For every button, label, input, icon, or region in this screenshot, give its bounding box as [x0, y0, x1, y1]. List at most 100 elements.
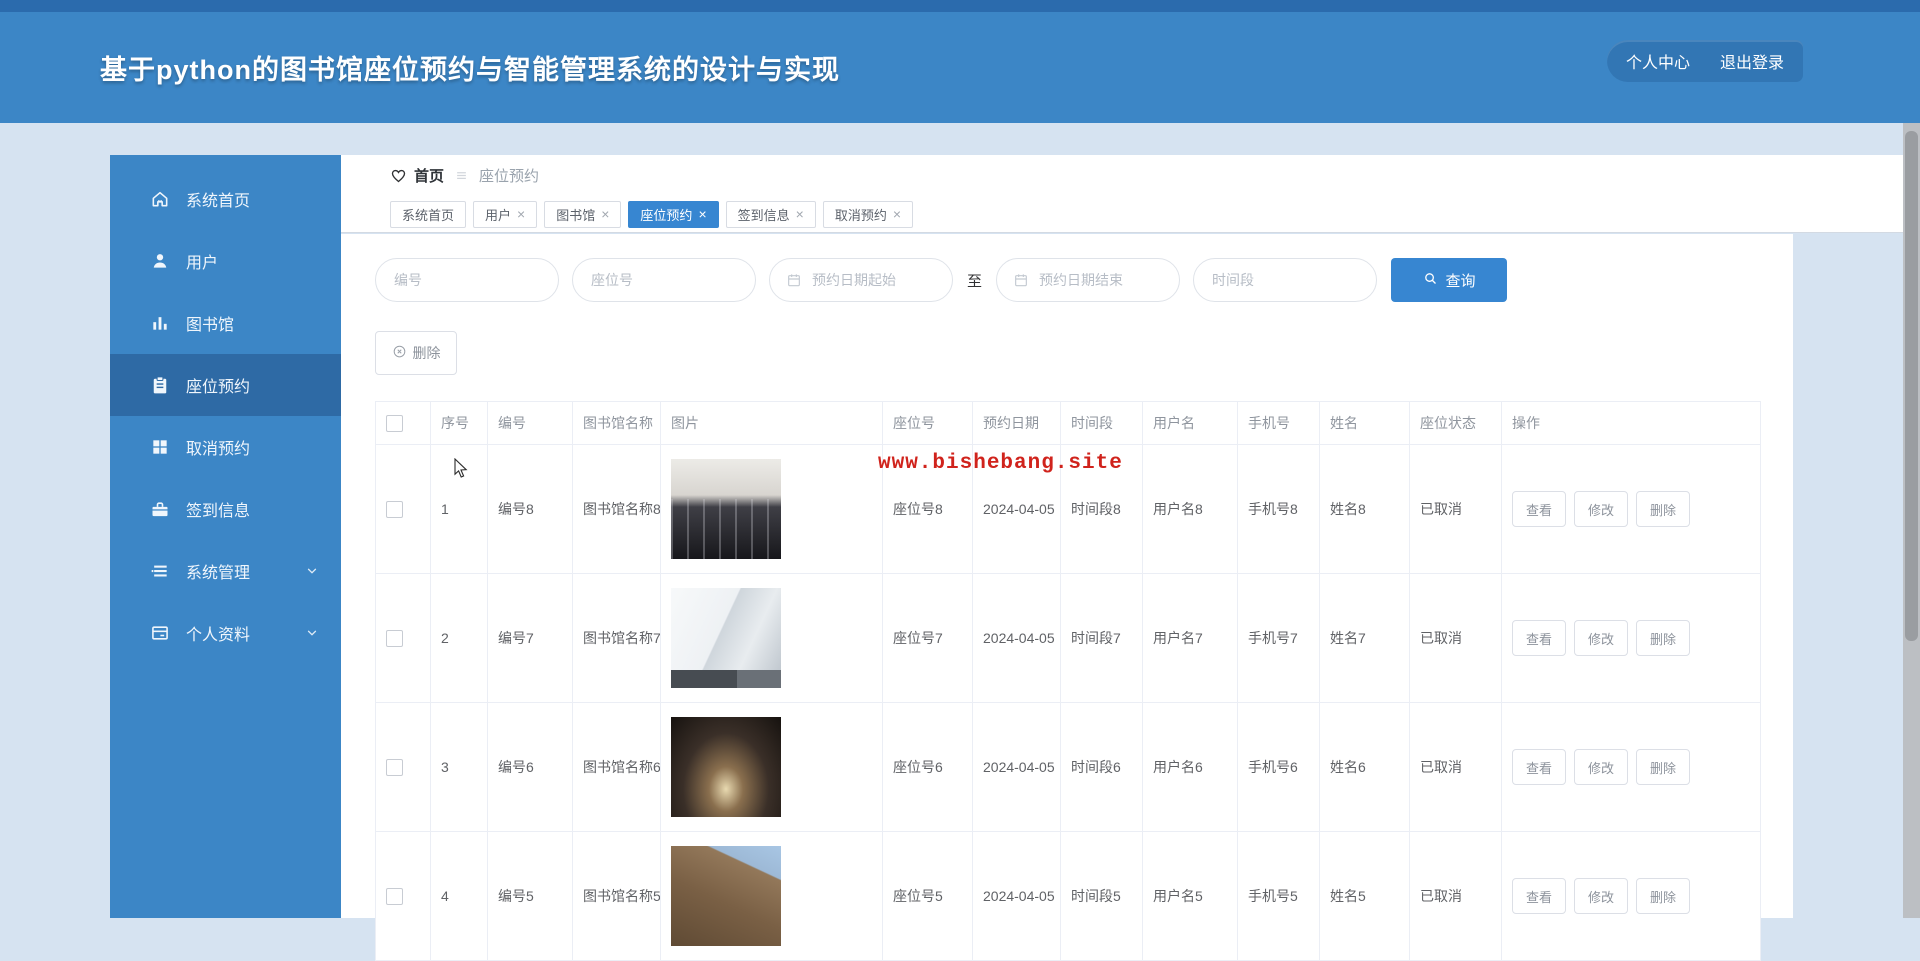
table-row: 2编号7图书馆名称7座位号72024-04-05时间段7用户名7手机号7姓名7已… — [376, 574, 1761, 703]
search-field[interactable] — [1193, 258, 1377, 302]
cell-actions: 查看修改删除 — [1502, 703, 1761, 832]
query-button[interactable]: 查询 — [1391, 258, 1507, 302]
search-input[interactable] — [1037, 271, 1163, 289]
delete-button[interactable]: 删除 — [375, 331, 457, 375]
calendar-icon — [786, 272, 802, 288]
tab-系统首页[interactable]: 系统首页 — [390, 201, 466, 228]
tab-label: 系统首页 — [402, 205, 454, 224]
tab-图书馆[interactable]: 图书馆 × — [544, 201, 621, 228]
search-input[interactable] — [589, 271, 739, 289]
personal-center-link[interactable]: 个人中心 — [1626, 49, 1690, 73]
cell-slot: 时间段7 — [1061, 574, 1143, 703]
column-header: 操作 — [1502, 402, 1761, 445]
user-icon — [150, 251, 170, 271]
cell-actions: 查看修改删除 — [1502, 832, 1761, 961]
column-header: 手机号 — [1238, 402, 1320, 445]
cell-date: 2024-04-05 — [973, 832, 1061, 961]
search-icon — [1423, 271, 1438, 290]
tab-label: 签到信息 — [738, 205, 790, 224]
row-action-查看[interactable]: 查看 — [1512, 620, 1566, 656]
row-action-修改[interactable]: 修改 — [1574, 749, 1628, 785]
tab-close-icon[interactable]: × — [796, 207, 804, 221]
row-action-删除[interactable]: 删除 — [1636, 491, 1690, 527]
white-building-photo — [671, 588, 781, 688]
breadcrumb-home-link[interactable]: 首页 — [414, 165, 444, 186]
tab-label: 图书馆 — [556, 205, 595, 224]
scrollbar-thumb[interactable] — [1905, 131, 1918, 641]
sidebar-item-label: 取消预约 — [186, 435, 250, 459]
row-action-删除[interactable]: 删除 — [1636, 749, 1690, 785]
cell-slot: 时间段6 — [1061, 703, 1143, 832]
column-header: 座位状态 — [1410, 402, 1502, 445]
column-header: 时间段 — [1061, 402, 1143, 445]
search-field[interactable] — [375, 258, 559, 302]
row-action-修改[interactable]: 修改 — [1574, 491, 1628, 527]
sidebar-item[interactable]: 图书馆 — [110, 292, 341, 354]
breadcrumb-current: 座位预约 — [479, 165, 539, 186]
app-header: 基于python的图书馆座位预约与智能管理系统的设计与实现 个人中心 退出登录 — [0, 12, 1920, 123]
sidebar-item[interactable]: 签到信息 — [110, 478, 341, 540]
cell-code: 编号5 — [488, 832, 573, 961]
row-action-查看[interactable]: 查看 — [1512, 878, 1566, 914]
search-input[interactable] — [1210, 271, 1360, 289]
sidebar-item[interactable]: 取消预约 — [110, 416, 341, 478]
search-input[interactable] — [810, 271, 936, 289]
search-input[interactable] — [392, 271, 542, 289]
column-header: 预约日期 — [973, 402, 1061, 445]
dark-interior-photo — [671, 717, 781, 817]
cell-index: 4 — [431, 832, 488, 961]
row-checkbox[interactable] — [386, 630, 403, 647]
tab-签到信息[interactable]: 签到信息 × — [726, 201, 816, 228]
query-button-label: 查询 — [1446, 270, 1476, 291]
cell-username: 用户名8 — [1143, 445, 1238, 574]
sidebar-item[interactable]: 系统首页 — [110, 168, 341, 230]
row-action-删除[interactable]: 删除 — [1636, 878, 1690, 914]
select-all-checkbox[interactable] — [386, 415, 403, 432]
row-checkbox[interactable] — [386, 759, 403, 776]
search-field[interactable] — [769, 258, 953, 302]
tab-close-icon[interactable]: × — [517, 207, 525, 221]
cell-status: 已取消 — [1410, 574, 1502, 703]
cell-slot: 时间段5 — [1061, 832, 1143, 961]
row-action-查看[interactable]: 查看 — [1512, 491, 1566, 527]
tab-close-icon[interactable]: × — [698, 207, 706, 221]
page-title: 基于python的图书馆座位预约与智能管理系统的设计与实现 — [100, 12, 840, 123]
sidebar-item[interactable]: 用户 — [110, 230, 341, 292]
tab-用户[interactable]: 用户× — [473, 201, 537, 228]
cell-seat: 座位号7 — [883, 574, 973, 703]
cell-date: 2024-04-05 — [973, 703, 1061, 832]
cell-status: 已取消 — [1410, 703, 1502, 832]
row-action-修改[interactable]: 修改 — [1574, 620, 1628, 656]
sidebar-item[interactable]: 个人资料 — [110, 602, 341, 664]
row-action-查看[interactable]: 查看 — [1512, 749, 1566, 785]
logout-link[interactable]: 退出登录 — [1720, 49, 1784, 73]
tab-close-icon[interactable]: × — [601, 207, 609, 221]
tab-座位预约[interactable]: 座位预约× — [628, 201, 718, 228]
search-field[interactable] — [572, 258, 756, 302]
page-scrollbar[interactable] — [1903, 123, 1920, 918]
row-checkbox[interactable] — [386, 888, 403, 905]
circle-close-icon — [392, 344, 407, 362]
cell-photo — [661, 832, 883, 961]
sidebar-item-label: 签到信息 — [186, 497, 250, 521]
cell-photo — [661, 574, 883, 703]
row-action-修改[interactable]: 修改 — [1574, 878, 1628, 914]
header-user-nav: 个人中心 退出登录 — [1607, 40, 1803, 82]
heart-icon — [390, 167, 407, 184]
cell-code: 编号8 — [488, 445, 573, 574]
sidebar-item-label: 系统首页 — [186, 187, 250, 211]
topbar: 首页 座位预约 系统首页用户×图书馆×座位预约×签到信息×取消预约× — [341, 155, 1903, 233]
sidebar-item[interactable]: 座位预约 — [110, 354, 341, 416]
sidebar-item[interactable]: 系统管理 — [110, 540, 341, 602]
cell-username: 用户名6 — [1143, 703, 1238, 832]
briefcase-icon — [150, 499, 170, 519]
row-checkbox[interactable] — [386, 501, 403, 518]
row-action-删除[interactable]: 删除 — [1636, 620, 1690, 656]
search-field[interactable] — [996, 258, 1180, 302]
search-bar: 至 查询 — [341, 234, 1793, 302]
cell-index: 3 — [431, 703, 488, 832]
tab-取消预约[interactable]: 取消预约× — [823, 201, 913, 228]
cell-library: 图书馆名称5 — [573, 832, 661, 961]
tab-close-icon[interactable]: × — [893, 207, 901, 221]
table-toolbar: 删除 — [341, 302, 1793, 375]
